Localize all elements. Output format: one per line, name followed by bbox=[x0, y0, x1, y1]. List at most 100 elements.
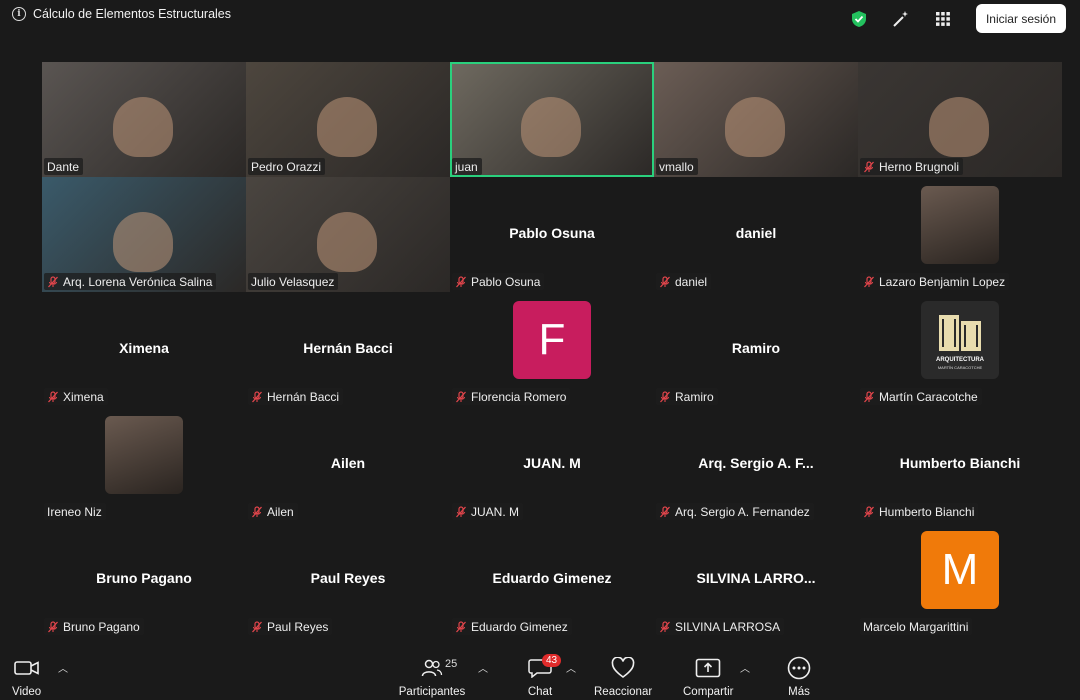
participant-tile[interactable]: Hernán Bacci Hernán Bacci bbox=[246, 292, 450, 407]
participant-name-tag: JUAN. M bbox=[452, 503, 523, 520]
muted-mic-icon bbox=[47, 620, 59, 633]
participant-tile[interactable]: Ireneo Niz bbox=[42, 407, 246, 522]
participant-name: daniel bbox=[675, 274, 708, 289]
participant-display-name: Eduardo Gimenez bbox=[492, 570, 612, 586]
muted-mic-icon bbox=[659, 620, 671, 633]
participant-name-tag: daniel bbox=[656, 273, 712, 290]
muted-mic-icon bbox=[251, 505, 263, 518]
participant-tile[interactable]: ARQUITECTURA MARTÍN CARACOTCHE Martín Cara… bbox=[858, 292, 1062, 407]
muted-mic-icon bbox=[251, 390, 263, 403]
participants-button[interactable]: 25 Participantes bbox=[397, 656, 467, 698]
muted-mic-icon bbox=[863, 275, 875, 288]
participant-name-tag: Ailen bbox=[248, 503, 298, 520]
info-icon[interactable]: i bbox=[12, 7, 26, 21]
participant-tile[interactable]: Pedro Orazzi bbox=[246, 62, 450, 177]
participant-tile[interactable]: Humberto Bianchi Humberto Bianchi bbox=[858, 407, 1062, 522]
chat-unread-badge: 43 bbox=[542, 654, 562, 667]
muted-mic-icon bbox=[863, 390, 875, 403]
participant-name: Pablo Osuna bbox=[471, 274, 541, 289]
react-button[interactable]: Reaccionar bbox=[594, 656, 652, 698]
participant-name-tag: Arq. Lorena Verónica Salina bbox=[44, 273, 217, 290]
participant-display-name: Arq. Sergio A. F... bbox=[698, 455, 814, 471]
participant-tile[interactable]: Arq. Sergio A. F... Arq. Sergio A. Fernan… bbox=[654, 407, 858, 522]
participant-tile[interactable]: Bruno Pagano Bruno Pagano bbox=[42, 522, 246, 637]
letter-avatar: M bbox=[921, 531, 999, 609]
participant-tile[interactable]: M Marcelo Margarittini bbox=[858, 522, 1062, 637]
participant-tile[interactable]: daniel daniel bbox=[654, 177, 858, 292]
share-options-chevron-icon[interactable]: ︿ bbox=[740, 660, 750, 675]
participant-tile[interactable]: Herno Brugnoli bbox=[858, 62, 1062, 177]
muted-mic-icon bbox=[659, 505, 671, 518]
participant-tile[interactable]: SILVINA LARRO... SILVINA LARROSA bbox=[654, 522, 858, 637]
more-button[interactable]: Más bbox=[787, 656, 811, 698]
participant-name-tag: Paul Reyes bbox=[248, 618, 333, 635]
participant-name: Florencia Romero bbox=[471, 389, 567, 404]
share-screen-icon bbox=[695, 656, 721, 680]
chat-options-chevron-icon[interactable]: ︿ bbox=[566, 660, 576, 675]
participant-tile[interactable]: Dante bbox=[42, 62, 246, 177]
participants-options-chevron-icon[interactable]: ︿ bbox=[478, 660, 488, 675]
top-right-controls: Iniciar sesión bbox=[838, 4, 1066, 33]
participant-name: Pedro Orazzi bbox=[251, 159, 322, 174]
participant-tile[interactable]: Ramiro Ramiro bbox=[654, 292, 858, 407]
letter-avatar: F bbox=[513, 301, 591, 379]
participant-name: Julio Velasquez bbox=[251, 274, 335, 289]
participant-name: Paul Reyes bbox=[267, 619, 329, 634]
share-label: Compartir bbox=[683, 686, 734, 698]
participant-name-tag: Bruno Pagano bbox=[44, 618, 144, 635]
participant-tile[interactable]: F Florencia Romero bbox=[450, 292, 654, 407]
participant-name: Lazaro Benjamin Lopez bbox=[879, 274, 1006, 289]
more-icon bbox=[787, 656, 811, 680]
participant-name-tag: SILVINA LARROSA bbox=[656, 618, 785, 635]
participant-name: Arq. Lorena Verónica Salina bbox=[63, 274, 213, 289]
chat-button[interactable]: 43 Chat bbox=[526, 654, 562, 698]
participant-name-tag: Eduardo Gimenez bbox=[452, 618, 572, 635]
chat-label: Chat bbox=[527, 686, 553, 698]
participant-tile[interactable]: Ximena Ximena bbox=[42, 292, 246, 407]
participant-tile[interactable]: juan bbox=[450, 62, 654, 177]
participant-tile[interactable]: Arq. Lorena Verónica Salina bbox=[42, 177, 246, 292]
muted-mic-icon bbox=[47, 275, 59, 288]
participant-tile[interactable]: Paul Reyes Paul Reyes bbox=[246, 522, 450, 637]
participant-name: vmallo bbox=[659, 159, 694, 174]
participant-video-feed bbox=[725, 96, 786, 157]
react-label: Reaccionar bbox=[594, 686, 653, 698]
participant-name: Marcelo Margarittini bbox=[863, 619, 969, 634]
participant-name: Bruno Pagano bbox=[63, 619, 140, 634]
video-options-chevron-icon[interactable]: ︿ bbox=[58, 660, 68, 675]
more-label: Más bbox=[788, 686, 810, 698]
participant-display-name: Humberto Bianchi bbox=[899, 455, 1021, 471]
meeting-toolbar: Video ︿ 25 Participantes ︿ 43 Chat ︿ Rea… bbox=[0, 646, 1080, 700]
video-button[interactable]: Video bbox=[12, 656, 41, 698]
profile-photo-avatar bbox=[105, 416, 183, 494]
participant-name: Ximena bbox=[63, 389, 104, 404]
gallery-view: Dante Pedro Orazzi juan vmallo Herno Brugnol… bbox=[0, 40, 1080, 646]
participant-video-feed bbox=[113, 96, 174, 157]
participant-name-tag: Ramiro bbox=[656, 388, 718, 405]
meeting-info[interactable]: i Cálculo de Elementos Estructurales bbox=[12, 7, 231, 21]
share-button[interactable]: Compartir bbox=[683, 656, 733, 698]
participant-name: SILVINA LARROSA bbox=[675, 619, 781, 634]
apps-grid-icon[interactable] bbox=[922, 6, 964, 32]
participant-display-name: Ximena bbox=[119, 340, 169, 356]
participant-tile[interactable]: Ailen Ailen bbox=[246, 407, 450, 522]
participant-name: Martín Caracotche bbox=[879, 389, 978, 404]
participant-tile[interactable]: Lazaro Benjamin Lopez bbox=[858, 177, 1062, 292]
participant-tile[interactable]: JUAN. M JUAN. M bbox=[450, 407, 654, 522]
profile-photo-avatar bbox=[921, 186, 999, 264]
muted-mic-icon bbox=[251, 620, 263, 633]
participant-name-tag: vmallo bbox=[656, 158, 698, 175]
participant-display-name: Ramiro bbox=[731, 340, 781, 356]
participant-name-tag: Pedro Orazzi bbox=[248, 158, 326, 175]
signin-button[interactable]: Iniciar sesión bbox=[975, 4, 1066, 33]
participants-label: Participantes bbox=[398, 686, 466, 698]
participant-tile[interactable]: vmallo bbox=[654, 62, 858, 177]
participant-tile[interactable]: Julio Velasquez bbox=[246, 177, 450, 292]
participant-name: juan bbox=[455, 159, 478, 174]
shield-check-icon[interactable] bbox=[838, 6, 880, 32]
muted-mic-icon bbox=[863, 505, 875, 518]
muted-mic-icon bbox=[455, 620, 467, 633]
participant-tile[interactable]: Eduardo Gimenez Eduardo Gimenez bbox=[450, 522, 654, 637]
participant-tile[interactable]: Pablo Osuna Pablo Osuna bbox=[450, 177, 654, 292]
magic-wand-icon[interactable] bbox=[880, 6, 922, 32]
